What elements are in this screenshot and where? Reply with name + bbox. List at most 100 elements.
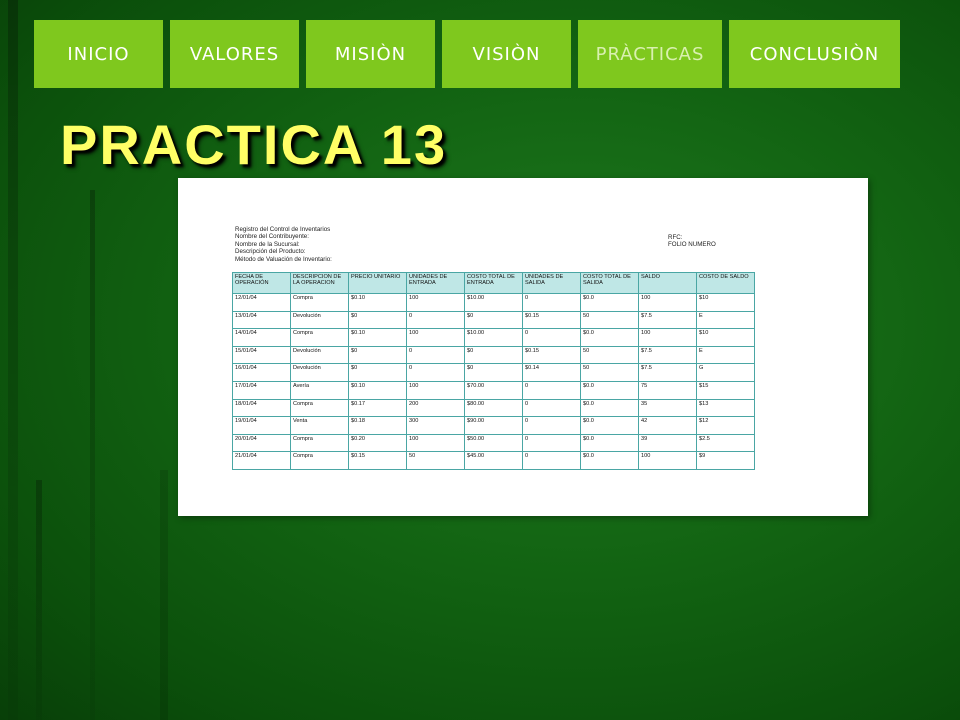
tab-label: INICIO xyxy=(67,43,130,65)
table-cell: $0.10 xyxy=(348,328,407,347)
column-header: UNIDADES DE ENTRADA xyxy=(406,272,465,294)
table-cell: Compra xyxy=(290,451,349,470)
tab-valores[interactable]: VALORES xyxy=(170,20,299,88)
column-header: PRECIO UNITARIO xyxy=(348,272,407,294)
table-cell: 14/01/04 xyxy=(232,328,291,347)
table-cell: $0.0 xyxy=(580,293,639,312)
table-cell: $7.5 xyxy=(638,310,697,330)
table-cell: 50 xyxy=(406,451,465,470)
table-cell: 50 xyxy=(580,310,639,330)
sheet-header-line: FOLIO NUMERO xyxy=(668,241,716,249)
table-cell: $10 xyxy=(696,293,755,312)
table-cell: G xyxy=(696,363,755,382)
table-cell: 16/01/04 xyxy=(232,363,291,382)
table-row: 16/01/04 Devolución $0 0 $0 $0.14 50 $7.5 G xyxy=(232,363,755,382)
column-header: COSTO TOTAL DE ENTRADA xyxy=(464,272,523,294)
table-cell: $0.10 xyxy=(348,293,407,312)
table-cell: $0 xyxy=(348,310,407,330)
column-header: COSTO DE SALDO xyxy=(696,272,755,294)
table-cell: Avería xyxy=(290,380,349,400)
decorative-streak xyxy=(8,0,18,720)
column-header: FECHA DE OPERACIÓN xyxy=(232,272,291,294)
column-header: COSTO TOTAL DE SALIDA xyxy=(580,272,639,294)
tab-inicio[interactable]: INICIO xyxy=(34,20,163,88)
sheet-header-line: Descripción del Producto: xyxy=(235,248,306,256)
sheet-header-line: RFC: xyxy=(668,234,683,241)
table-cell: 15/01/04 xyxy=(232,345,291,365)
table-cell: Compra xyxy=(290,328,349,347)
table-cell: 0 xyxy=(406,363,465,382)
table-cell: E xyxy=(696,310,755,330)
table-cell: $0 xyxy=(464,345,523,365)
table-cell: Compra xyxy=(290,293,349,312)
page-title: PRACTICA 13 xyxy=(60,113,448,176)
table-cell: $0.15 xyxy=(348,451,407,470)
table-cell: 100 xyxy=(406,433,465,453)
table-cell: $0 xyxy=(464,363,523,382)
table-cell: Venta xyxy=(290,416,349,435)
table-cell: $0.0 xyxy=(580,380,639,400)
tab-label: VALORES xyxy=(189,43,280,65)
table-cell: $0.0 xyxy=(580,451,639,470)
table-cell: 0 xyxy=(522,328,581,347)
table-cell: $45.00 xyxy=(464,451,523,470)
table-cell: $0.20 xyxy=(348,433,407,453)
table-cell: $10.00 xyxy=(464,328,523,347)
table-cell: 100 xyxy=(406,293,465,312)
inventory-table: FECHA DE OPERACIÓN DESCRIPCION DE LA OPER… xyxy=(232,272,755,470)
table-cell: 0 xyxy=(522,293,581,312)
table-cell: Devolución xyxy=(290,345,349,365)
column-header: SALDO xyxy=(638,272,697,294)
table-cell: 39 xyxy=(638,433,697,453)
table-cell: 0 xyxy=(522,433,581,453)
sheet-header-right: RFC: FOLIO NUMERO xyxy=(668,234,716,249)
table-cell: E xyxy=(696,345,755,365)
table-cell: $9 xyxy=(696,451,755,470)
table-cell: $0.17 xyxy=(348,398,407,418)
tab-vision[interactable]: VISIÒN xyxy=(442,20,571,88)
sheet-header-left: Registro del Control de Inventarios Nomb… xyxy=(235,226,332,263)
tab-label: CONCLUSIÒN xyxy=(749,43,880,65)
table-cell: 200 xyxy=(406,398,465,418)
table-cell: $0.0 xyxy=(580,416,639,435)
table-cell: $0.0 xyxy=(580,398,639,418)
tab-label: MISIÒN xyxy=(334,43,407,65)
table-cell: 0 xyxy=(522,416,581,435)
tab-practicas[interactable]: PRÀCTICAS xyxy=(578,20,722,88)
table-cell: 100 xyxy=(638,293,697,312)
table-cell: $7.5 xyxy=(638,363,697,382)
table-cell: $13 xyxy=(696,398,755,418)
table-cell: 50 xyxy=(580,363,639,382)
column-header: DESCRIPCION DE LA OPERACION xyxy=(290,272,349,294)
table-cell: $0.18 xyxy=(348,416,407,435)
column-header: UNIDADES DE SALIDA xyxy=(522,272,581,294)
table-cell: $10.00 xyxy=(464,293,523,312)
table-cell: 100 xyxy=(638,451,697,470)
table-cell: $90.00 xyxy=(464,416,523,435)
inventory-sheet-image: Registro del Control de Inventarios Nomb… xyxy=(178,178,868,516)
table-cell: 0 xyxy=(406,345,465,365)
table-cell: $70.00 xyxy=(464,380,523,400)
table-cell: $0.14 xyxy=(522,363,581,382)
table-cell: 13/01/04 xyxy=(232,310,291,330)
table-row: 13/01/04 Devolución $0 0 $0 $0.15 50 $7.5 E xyxy=(232,310,755,330)
table-cell: 100 xyxy=(638,328,697,347)
sheet-header-line: Nombre de la Sucursal: xyxy=(235,240,300,248)
decorative-streak xyxy=(160,470,168,720)
table-cell: 100 xyxy=(406,328,465,347)
tab-conclusion[interactable]: CONCLUSIÒN xyxy=(729,20,900,88)
table-header-row: FECHA DE OPERACIÓN DESCRIPCION DE LA OPER… xyxy=(232,272,755,294)
table-row: 21/01/04 Compra $0.15 50 $45.00 0 $0.0 100 $9 xyxy=(232,451,755,470)
table-cell: $12 xyxy=(696,416,755,435)
table-cell: 21/01/04 xyxy=(232,451,291,470)
table-cell: $0 xyxy=(348,363,407,382)
table-cell: 17/01/04 xyxy=(232,380,291,400)
table-cell: $7.5 xyxy=(638,345,697,365)
table-row: 20/01/04 Compra $0.20 100 $50.00 0 $0.0 39 $2.5 xyxy=(232,433,755,453)
tab-label: PRÀCTICAS xyxy=(595,43,705,65)
table-cell: $0 xyxy=(348,345,407,365)
table-cell: $0.0 xyxy=(580,328,639,347)
table-cell: 0 xyxy=(406,310,465,330)
table-cell: 42 xyxy=(638,416,697,435)
tab-mision[interactable]: MISIÒN xyxy=(306,20,435,88)
